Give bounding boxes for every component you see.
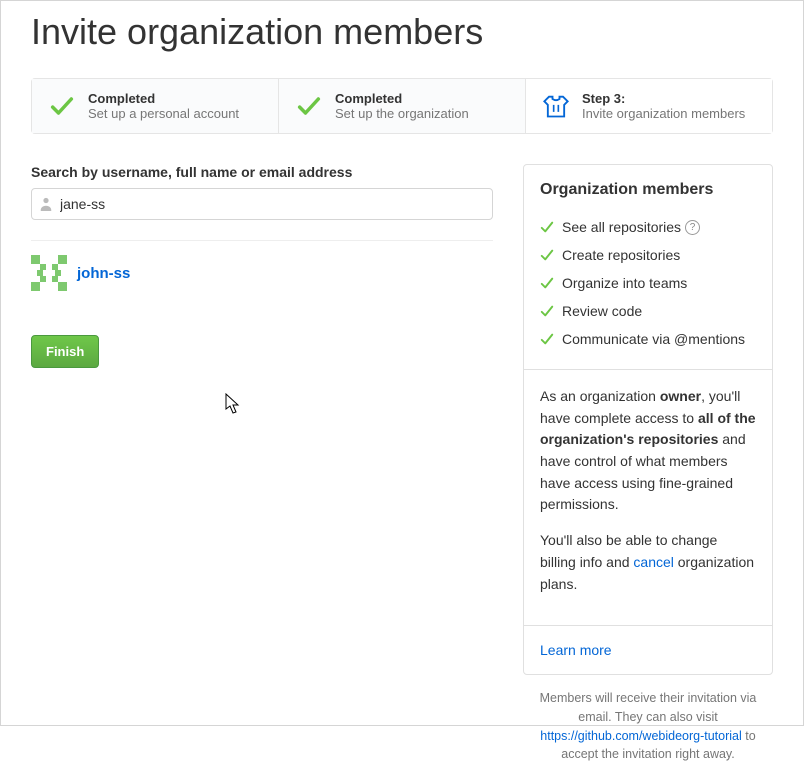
check-icon — [540, 220, 554, 234]
perk-label: Communicate via @mentions — [562, 331, 745, 347]
text: As an organization — [540, 388, 660, 404]
check-icon — [540, 248, 554, 262]
learn-more-link[interactable]: Learn more — [540, 642, 612, 658]
perk-item: Create repositories — [540, 241, 756, 269]
perk-label: See all repositories — [562, 219, 681, 235]
finish-button[interactable]: Finish — [31, 335, 99, 368]
cancel-link[interactable]: cancel — [633, 554, 673, 570]
check-icon — [540, 332, 554, 346]
check-icon — [540, 276, 554, 290]
perk-item: Review code — [540, 297, 756, 325]
step-title: Completed — [335, 91, 469, 106]
check-icon — [540, 304, 554, 318]
text: Members will receive their invitation vi… — [540, 691, 757, 724]
step-title: Completed — [88, 91, 239, 106]
help-icon[interactable]: ? — [685, 220, 700, 235]
step-subtitle: Set up a personal account — [88, 106, 239, 121]
sidebar-heading: Organization members — [540, 181, 756, 199]
check-icon — [295, 92, 323, 120]
footer-note: Members will receive their invitation vi… — [523, 689, 773, 764]
text-bold: owner — [660, 388, 701, 404]
jersey-icon — [542, 92, 570, 120]
perk-item: Communicate via @mentions — [540, 325, 756, 353]
search-input[interactable] — [31, 188, 493, 220]
perk-item: Organize into teams — [540, 269, 756, 297]
step-3-active: Step 3: Invite organization members — [526, 79, 772, 133]
perk-label: Review code — [562, 303, 642, 319]
owner-info: As an organization owner, you'll have co… — [524, 370, 772, 626]
step-subtitle: Invite organization members — [582, 106, 745, 121]
step-subtitle: Set up the organization — [335, 106, 469, 121]
perk-label: Organize into teams — [562, 275, 687, 291]
check-icon — [48, 92, 76, 120]
member-name-link[interactable]: john-ss — [77, 265, 130, 282]
avatar — [31, 255, 67, 291]
person-icon — [39, 197, 53, 211]
member-row: john-ss — [31, 240, 493, 305]
search-label: Search by username, full name or email a… — [31, 164, 493, 180]
perk-label: Create repositories — [562, 247, 680, 263]
perk-item: See all repositories ? — [540, 213, 756, 241]
sidebar: Organization members See all repositorie… — [523, 164, 773, 675]
step-2: Completed Set up the organization — [279, 79, 526, 133]
step-title: Step 3: — [582, 91, 745, 106]
steps-bar: Completed Set up a personal account Comp… — [31, 78, 773, 134]
step-1: Completed Set up a personal account — [32, 79, 279, 133]
org-url-link[interactable]: https://github.com/webideorg-tutorial — [540, 729, 742, 743]
page-title: Invite organization members — [31, 11, 773, 53]
